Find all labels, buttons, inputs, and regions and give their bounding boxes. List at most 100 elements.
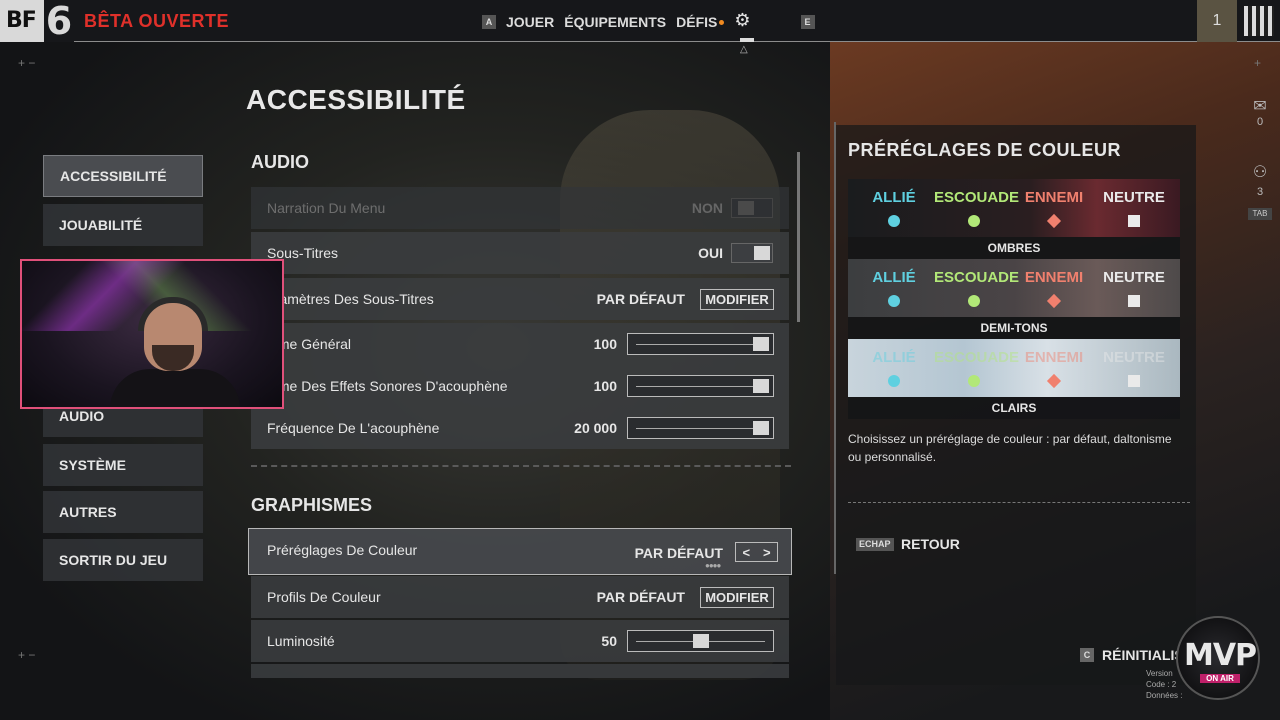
- modify-color-profiles-button[interactable]: MODIFIER: [700, 587, 774, 608]
- enemy-diamond-icon: [1046, 373, 1062, 389]
- setting-row-tinnitus-frequency[interactable]: Fréquence De L'acouphène 20 000: [251, 407, 789, 449]
- version-info: Version Code : 2 Données :: [1146, 668, 1182, 701]
- reset-key: C: [1080, 648, 1094, 662]
- nav-key-right: E: [800, 14, 815, 29]
- menu-item-systeme[interactable]: SYSTÈME: [43, 444, 203, 486]
- right-panel-divider: [848, 502, 1190, 503]
- setting-label: Profils De Couleur: [267, 589, 381, 605]
- chevron-right-icon[interactable]: >: [763, 545, 771, 560]
- corner-mark: +: [1254, 56, 1262, 70]
- menu-item-sortir[interactable]: SORTIR DU JEU: [43, 539, 203, 581]
- setting-value: PAR DÉFAUT: [596, 589, 685, 605]
- mail-count: 0: [1256, 116, 1264, 128]
- mvp-logo-text: MVP: [1183, 638, 1257, 673]
- setting-value: 100: [593, 336, 617, 352]
- squad-icon[interactable]: ⚇: [1250, 162, 1270, 182]
- triangle-up-icon: △: [740, 44, 748, 55]
- setting-row-narration: Narration Du Menu NON: [251, 187, 789, 229]
- color-presets-title: PRÉRÉGLAGES DE COULEUR: [848, 140, 1122, 160]
- slider-thumb[interactable]: [753, 379, 769, 393]
- setting-value: 50: [601, 633, 617, 649]
- setting-row-color-presets[interactable]: Préréglages De Couleur PAR DÉFAUT < > ●●…: [248, 528, 792, 575]
- label-enemy: ENNEMI: [1024, 189, 1084, 206]
- neutral-square-icon: [1128, 295, 1140, 307]
- setting-row-color-profiles[interactable]: Profils De Couleur PAR DÉFAUT MODIFIER: [251, 576, 789, 618]
- settings-scrollbar[interactable]: [797, 152, 800, 322]
- label-neutral: NEUTRE: [1103, 189, 1165, 206]
- squad-circle-icon: [968, 215, 980, 227]
- setting-label: Préréglages De Couleur: [267, 542, 418, 558]
- setting-value: OUI: [698, 245, 723, 261]
- back-button[interactable]: RETOUR: [901, 536, 960, 552]
- label-neutral: NEUTRE: [1103, 349, 1165, 366]
- modify-subtitles-button[interactable]: MODIFIER: [700, 289, 774, 310]
- version-line: Données :: [1146, 691, 1183, 700]
- ally-circle-icon: [888, 375, 900, 387]
- narration-toggle: [731, 198, 773, 218]
- page-dots: ●●●●: [705, 561, 721, 570]
- preset-name-ombres: OMBRES: [848, 237, 1180, 259]
- setting-label: Fréquence De L'acouphène: [267, 420, 440, 436]
- slider-track: [636, 344, 765, 345]
- brightness-slider[interactable]: [627, 630, 774, 652]
- notification-dot: [719, 20, 725, 26]
- setting-value: 20 000: [574, 420, 617, 436]
- setting-row-partial[interactable]: [251, 664, 789, 678]
- mvp-onair-badge: ON AIR: [1200, 674, 1240, 683]
- version-line: Code : 2: [1146, 680, 1177, 689]
- right-panel-rule: [834, 122, 836, 574]
- slider-thumb[interactable]: [753, 421, 769, 435]
- preset-arrows[interactable]: < >: [735, 542, 778, 562]
- player-level-badge[interactable]: 1: [1197, 0, 1237, 42]
- master-volume-slider[interactable]: [627, 333, 774, 355]
- setting-row-master-volume[interactable]: lume Général 100: [251, 323, 789, 365]
- label-squad: ESCOUADE: [934, 349, 1020, 366]
- mail-icon[interactable]: ✉: [1250, 96, 1270, 116]
- setting-label: lume Des Effets Sonores D'acouphène: [267, 378, 508, 394]
- corner-mark: + −: [18, 56, 36, 70]
- section-title-graphismes: GRAPHISMES: [251, 495, 373, 515]
- nav-defis-label: DÉFIS: [676, 13, 718, 30]
- chevron-left-icon[interactable]: <: [742, 545, 750, 560]
- menu-item-jouabilite[interactable]: JOUABILITÉ: [43, 204, 203, 246]
- slider-thumb[interactable]: [692, 634, 709, 648]
- label-neutral: NEUTRE: [1103, 269, 1165, 286]
- slider-thumb[interactable]: [753, 337, 769, 351]
- label-ally: ALLIÉ: [872, 349, 916, 366]
- menu-item-accessibilite[interactable]: ACCESSIBILITÉ: [43, 155, 203, 197]
- squad-count: 3: [1256, 186, 1264, 198]
- nav-equipements[interactable]: ÉQUIPEMENTS: [564, 14, 666, 30]
- setting-row-tinnitus-volume[interactable]: lume Des Effets Sonores D'acouphène 100: [251, 365, 789, 407]
- slider-track: [636, 428, 765, 429]
- mvp-logo: MVP ON AIR: [1176, 616, 1260, 700]
- beta-title: BÊTA OUVERTE: [84, 11, 230, 31]
- setting-value: NON: [691, 200, 723, 216]
- setting-row-subtitles[interactable]: Sous-Titres OUI: [251, 232, 789, 274]
- nav-defis[interactable]: DÉFIS: [676, 13, 725, 30]
- setting-label: Luminosité: [267, 633, 335, 649]
- label-ally: ALLIÉ: [872, 189, 916, 206]
- game-logo: BF 6: [0, 0, 74, 42]
- page-title: ACCESSIBILITÉ: [246, 84, 466, 115]
- menu-item-autres[interactable]: AUTRES: [43, 491, 203, 533]
- profile-qr-icon[interactable]: [1244, 6, 1274, 36]
- label-squad: ESCOUADE: [934, 189, 1020, 206]
- label-enemy: ENNEMI: [1024, 269, 1084, 286]
- section-title-audio: AUDIO: [251, 152, 309, 172]
- gear-icon[interactable]: ⚙: [734, 10, 750, 31]
- logo-bf: BF: [6, 8, 37, 33]
- label-squad: ESCOUADE: [934, 269, 1020, 286]
- reset-button[interactable]: RÉINITIALIS: [1102, 647, 1184, 663]
- subtitles-toggle[interactable]: [731, 243, 773, 263]
- nav-key-left: A: [482, 14, 496, 29]
- preset-ombres: ALLIÉ ESCOUADE ENNEMI NEUTRE: [848, 179, 1180, 237]
- preset-demi-tons: ALLIÉ ESCOUADE ENNEMI NEUTRE: [848, 259, 1180, 317]
- tinnitus-volume-slider[interactable]: [627, 375, 774, 397]
- tinnitus-frequency-slider[interactable]: [627, 417, 774, 439]
- setting-row-brightness[interactable]: Luminosité 50: [251, 620, 789, 662]
- neutral-square-icon: [1128, 215, 1140, 227]
- setting-row-subtitle-params[interactable]: aramètres Des Sous-Titres PAR DÉFAUT MOD…: [251, 278, 789, 320]
- nav-jouer[interactable]: JOUER: [506, 14, 554, 30]
- tab-key: TAB: [1248, 208, 1272, 220]
- section-divider: [251, 465, 791, 467]
